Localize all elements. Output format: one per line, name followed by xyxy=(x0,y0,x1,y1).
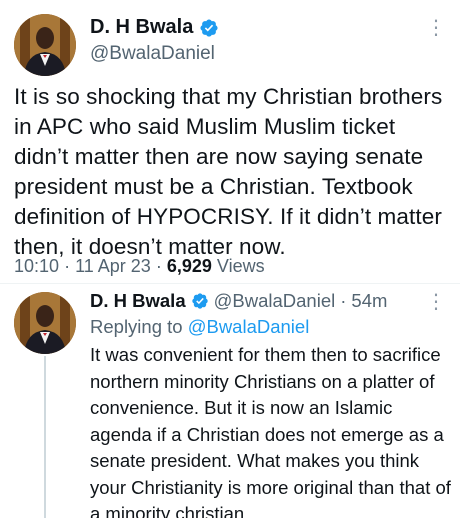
reply-header: D. H Bwala @BwalaDaniel · 54m xyxy=(90,290,387,312)
reply-text: It was convenient for them then to sacri… xyxy=(90,344,451,518)
reply-display-name[interactable]: D. H Bwala xyxy=(90,290,186,312)
divider xyxy=(0,283,460,284)
reply-handle[interactable]: @BwalaDaniel xyxy=(214,290,336,312)
views-label: Views xyxy=(216,256,265,276)
avatar-image xyxy=(14,292,76,354)
avatar-image xyxy=(14,14,76,76)
verified-badge-icon xyxy=(191,293,208,309)
reply-age[interactable]: 54m xyxy=(351,290,387,312)
thread-line xyxy=(44,356,46,518)
author-name-row: D. H Bwala xyxy=(90,16,219,39)
verified-badge-icon xyxy=(200,18,218,37)
tweet-date[interactable]: 11 Apr 23 xyxy=(75,256,151,276)
tweet-meta: 10:10 · 11 Apr 23 · 6,929 Views xyxy=(14,256,265,277)
avatar[interactable] xyxy=(14,14,76,76)
meta-separator: · xyxy=(155,256,162,276)
replying-to-prefix: Replying to xyxy=(90,316,183,337)
meta-separator: · xyxy=(64,256,71,276)
tweet-text: It is so shocking that my Christian brot… xyxy=(14,84,443,259)
replying-to-mention[interactable]: @BwalaDaniel xyxy=(188,316,310,337)
replying-to: Replying to @BwalaDaniel xyxy=(90,316,309,338)
reply-avatar[interactable] xyxy=(14,292,76,354)
more-options-icon[interactable]: ⋮ xyxy=(426,292,446,312)
reply-separator: · xyxy=(340,290,347,311)
tweet-time[interactable]: 10:10 xyxy=(14,256,59,276)
views-count[interactable]: 6,929 xyxy=(167,256,212,276)
author-display-name[interactable]: D. H Bwala xyxy=(90,16,193,39)
author-handle[interactable]: @BwalaDaniel xyxy=(90,43,215,65)
more-options-icon[interactable]: ⋮ xyxy=(426,18,446,38)
